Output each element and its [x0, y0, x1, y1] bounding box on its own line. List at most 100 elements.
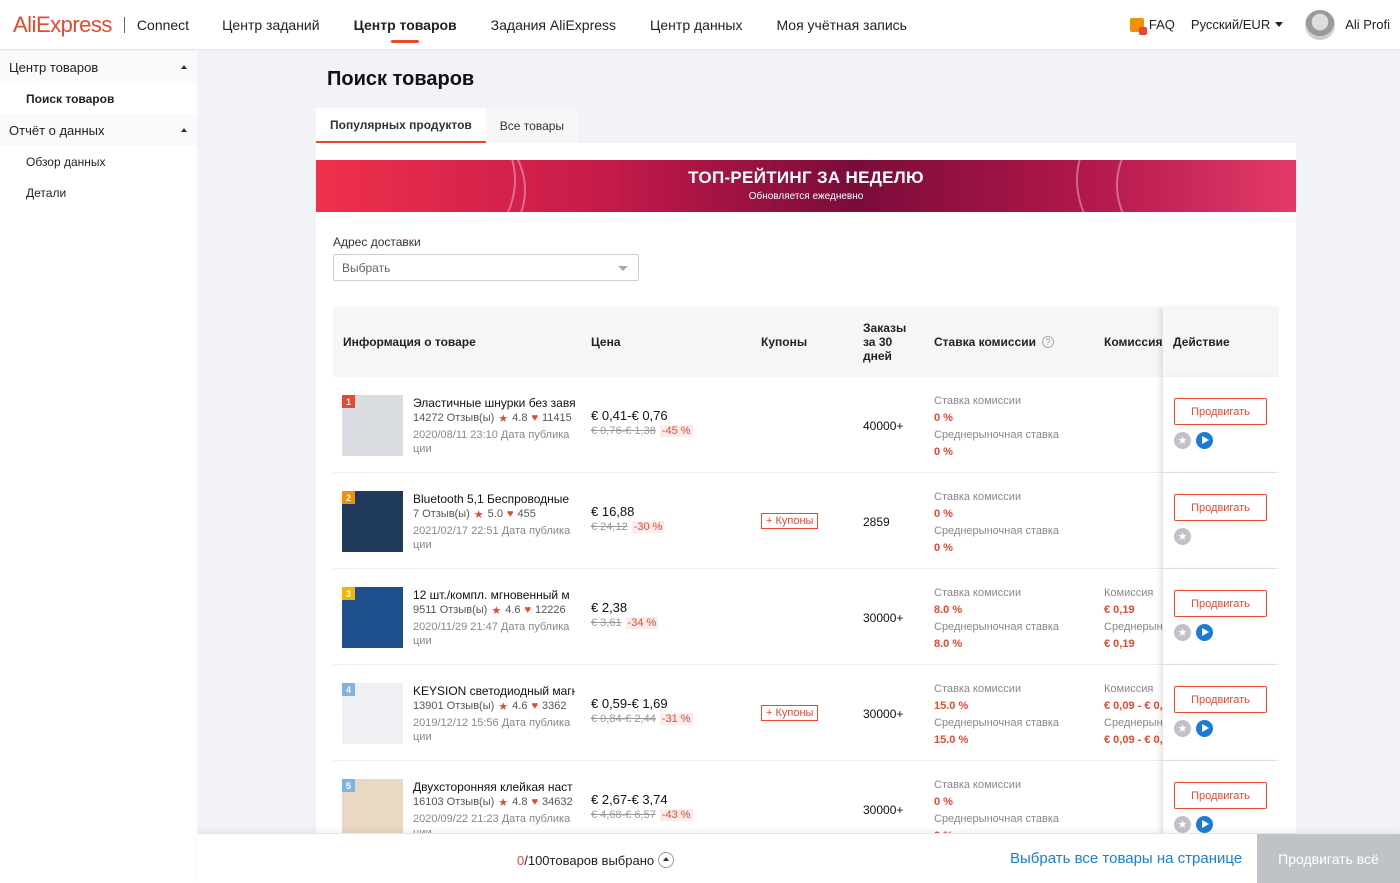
sidebar-group-data-report[interactable]: Отчёт о данных	[0, 114, 197, 146]
commission-rate-label: Ставка комиссии	[934, 683, 1022, 695]
likes-count: 455	[517, 508, 536, 520]
header-coupons: Купоны	[761, 335, 808, 349]
play-video-icon[interactable]	[1196, 720, 1213, 737]
rating-value: 4.6	[512, 700, 528, 712]
header-commission: Комиссия	[1104, 335, 1162, 349]
nav-label: Центр заданий	[222, 16, 320, 33]
original-price: € 4,68-€ 6,57	[591, 809, 656, 821]
action-cell: Продвигать ★	[1162, 473, 1279, 568]
logo[interactable]: AliExpress Connect	[13, 12, 189, 38]
likes-count: 11415	[541, 412, 572, 424]
old-price: € 0,84-€ 2,44 -31 %	[591, 713, 693, 725]
commission-cell: Комиссия € 0,09 - € 0, Среднерыночная € 0,0…	[1104, 681, 1162, 749]
shipping-address-select[interactable]: Выбрать	[333, 254, 639, 281]
market-rate-label: Среднерыночная ставка	[934, 525, 1060, 537]
chevron-down-icon	[618, 266, 628, 271]
publish-date: 2019/12/12 15:56 Дата публика ции	[413, 717, 571, 743]
sidebar-item-product-search[interactable]: Поиск товаров	[0, 83, 197, 114]
product-name[interactable]: Bluetooth 5,1 Беспроводные	[413, 492, 575, 506]
coupon-button[interactable]: + Купоны	[761, 513, 819, 529]
main-nav: Центр заданий Центр товаров Задания AliE…	[205, 0, 924, 50]
table-row: 1 Эластичные шнурки без завя 14272 Отзыв(ы…	[333, 377, 1279, 473]
faq-link[interactable]: FAQ	[1129, 17, 1175, 35]
page-title: Поиск товаров	[327, 68, 475, 90]
play-video-icon[interactable]	[1196, 432, 1213, 449]
old-price: € 0,76-€ 1,38 -45 %	[591, 425, 693, 437]
user-name[interactable]: Ali Profi	[1345, 17, 1390, 32]
help-icon[interactable]: ?	[1041, 336, 1054, 348]
header-commission-rate: Ставка комиссии ?	[934, 307, 1054, 377]
nav-data-center[interactable]: Центр данных	[633, 0, 759, 50]
product-thumbnail[interactable]: 4	[342, 683, 403, 744]
nav-task-center[interactable]: Центр заданий	[205, 0, 337, 50]
market-rate-value: 0 %	[934, 446, 953, 458]
discount-badge: -43 %	[659, 809, 693, 821]
current-price: € 2,67-€ 3,74	[591, 792, 668, 807]
favorite-star-icon[interactable]: ★	[1174, 432, 1191, 449]
header-action: Действие	[1173, 335, 1230, 349]
commission-rate-value: 0 %	[934, 508, 953, 520]
brand-logo[interactable]: AliExpress	[13, 12, 112, 38]
avatar[interactable]	[1305, 9, 1336, 40]
promote-button[interactable]: Продвигать	[1174, 686, 1267, 713]
promote-button[interactable]: Продвигать	[1174, 782, 1267, 809]
product-thumbnail[interactable]: 1	[342, 395, 403, 456]
weekly-top-banner[interactable]: ТОП-РЕЙТИНГ ЗА НЕДЕЛЮ Обновляется ежедне…	[316, 160, 1296, 212]
play-video-icon[interactable]	[1196, 816, 1213, 833]
commission-rate-cell: Ставка комиссии 0 % Среднерыночная ставка 0…	[934, 393, 1059, 461]
nav-product-center[interactable]: Центр товаров	[337, 0, 474, 50]
current-price: € 2,38	[591, 600, 628, 615]
product-thumbnail[interactable]: 3	[342, 587, 403, 648]
product-stats: 13901 Отзыв(ы) ★ 4.6 ♥ 3362	[413, 700, 566, 713]
commission-rate-label: Ставка комиссии	[934, 779, 1022, 791]
product-name[interactable]: 12 шт./компл. мгновенный м	[413, 588, 575, 602]
promote-all-button[interactable]: Продвигать всё	[1257, 834, 1400, 883]
product-name[interactable]: KEYSION светодиодный магн	[413, 684, 575, 698]
select-all-on-page-link[interactable]: Выбрать все товары на странице	[1010, 850, 1242, 867]
review-count: 13901 Отзыв(ы)	[413, 700, 495, 712]
commission-rate-value: 0 %	[934, 796, 953, 808]
favorite-star-icon[interactable]: ★	[1174, 624, 1191, 641]
promote-button[interactable]: Продвигать	[1174, 590, 1267, 617]
table-row: 2 Bluetooth 5,1 Беспроводные 7 Отзыв(ы) ★ 5.…	[333, 473, 1279, 569]
product-stats: 9511 Отзыв(ы) ★ 4.6 ♥ 12226	[413, 604, 566, 617]
favorite-star-icon[interactable]: ★	[1174, 528, 1191, 545]
product-stats: 14272 Отзыв(ы) ★ 4.8 ♥ 11415	[413, 412, 572, 425]
products-panel: ТОП-РЕЙТИНГ ЗА НЕДЕЛЮ Обновляется ежедне…	[316, 143, 1296, 883]
review-count: 9511 Отзыв(ы)	[413, 604, 488, 616]
old-price: € 4,68-€ 6,57 -43 %	[591, 809, 693, 821]
product-thumbnail[interactable]: 5	[342, 779, 403, 840]
promote-button[interactable]: Продвигать	[1174, 494, 1267, 521]
coupon-button[interactable]: + Купоны	[761, 705, 819, 721]
sidebar-item-data-overview[interactable]: Обзор данных	[0, 146, 197, 177]
heart-icon: ♥	[531, 700, 538, 712]
rating-value: 4.8	[512, 796, 528, 808]
nav-my-account[interactable]: Моя учётная запись	[759, 0, 923, 50]
action-cell: Продвигать ★	[1162, 665, 1279, 760]
sidebar-group-product-center[interactable]: Центр товаров	[0, 51, 197, 83]
commission-label: Комиссия	[1104, 683, 1154, 695]
promote-button[interactable]: Продвигать	[1174, 398, 1267, 425]
tab-popular-products[interactable]: Популярных продуктов	[316, 108, 486, 143]
rating-value: 4.6	[505, 604, 521, 616]
favorite-star-icon[interactable]: ★	[1174, 816, 1191, 833]
action-cell: Продвигать ★	[1162, 377, 1279, 472]
chevron-up-icon[interactable]	[658, 852, 675, 868]
heart-icon: ♥	[531, 412, 538, 424]
sidebar-item-details[interactable]: Детали	[0, 177, 197, 208]
product-name[interactable]: Эластичные шнурки без завя	[413, 396, 575, 410]
favorite-star-icon[interactable]: ★	[1174, 720, 1191, 737]
star-icon: ★	[498, 701, 509, 713]
rank-badge: 1	[342, 395, 355, 408]
rank-badge: 4	[342, 683, 355, 696]
language-selector[interactable]: Русский/EUR	[1191, 17, 1284, 32]
tab-all-products[interactable]: Все товары	[485, 108, 579, 143]
product-name[interactable]: Двухсторонняя клейкая наст	[413, 780, 575, 794]
product-tabs: Популярных продуктов Все товары	[316, 108, 579, 143]
nav-aliexpress-tasks[interactable]: Задания AliExpress	[474, 0, 633, 50]
original-price: € 0,84-€ 2,44	[591, 713, 656, 725]
product-thumbnail[interactable]: 2	[342, 491, 403, 552]
nav-label: Моя учётная запись	[776, 16, 907, 33]
play-video-icon[interactable]	[1196, 624, 1213, 641]
caret-up-icon	[181, 128, 187, 132]
